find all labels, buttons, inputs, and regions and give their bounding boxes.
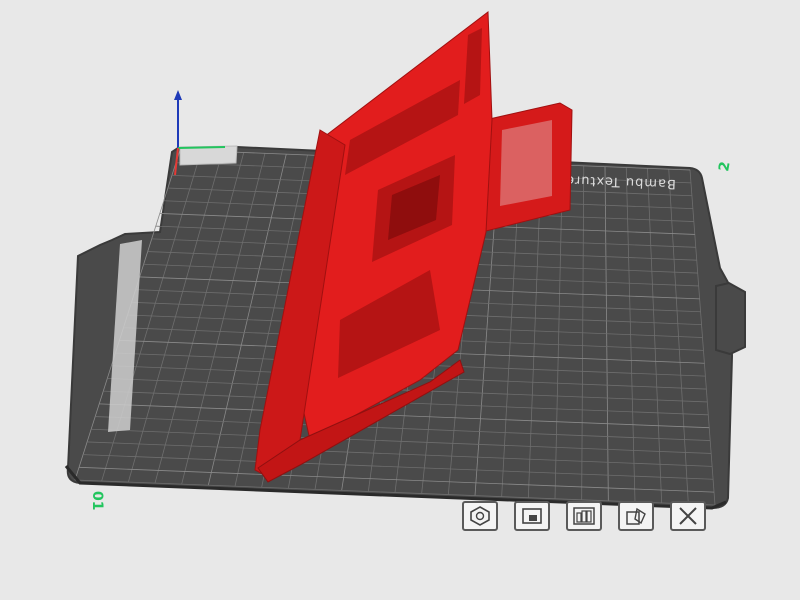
layout-grid-icon: [573, 507, 595, 525]
plate-number-right: 2: [716, 160, 733, 172]
layout-button[interactable]: [566, 501, 602, 531]
z-axis-arrow-icon: [174, 90, 182, 100]
plate-number-front: 01: [89, 491, 105, 510]
y-axis: [177, 146, 226, 149]
bottom-toolbar: [462, 501, 722, 535]
hexagon-nut-icon: [470, 506, 490, 526]
paint-bucket-icon: [626, 507, 646, 525]
origin-square: [179, 145, 238, 166]
lock-button[interactable]: [514, 501, 550, 531]
lock-icon: [522, 508, 542, 524]
close-button[interactable]: [670, 501, 706, 531]
paint-button[interactable]: [618, 501, 654, 531]
close-icon: [679, 507, 697, 525]
hex-nut-button[interactable]: [462, 501, 498, 531]
plate-tab-right: [715, 281, 746, 356]
model-bracket-hole: [500, 120, 552, 206]
